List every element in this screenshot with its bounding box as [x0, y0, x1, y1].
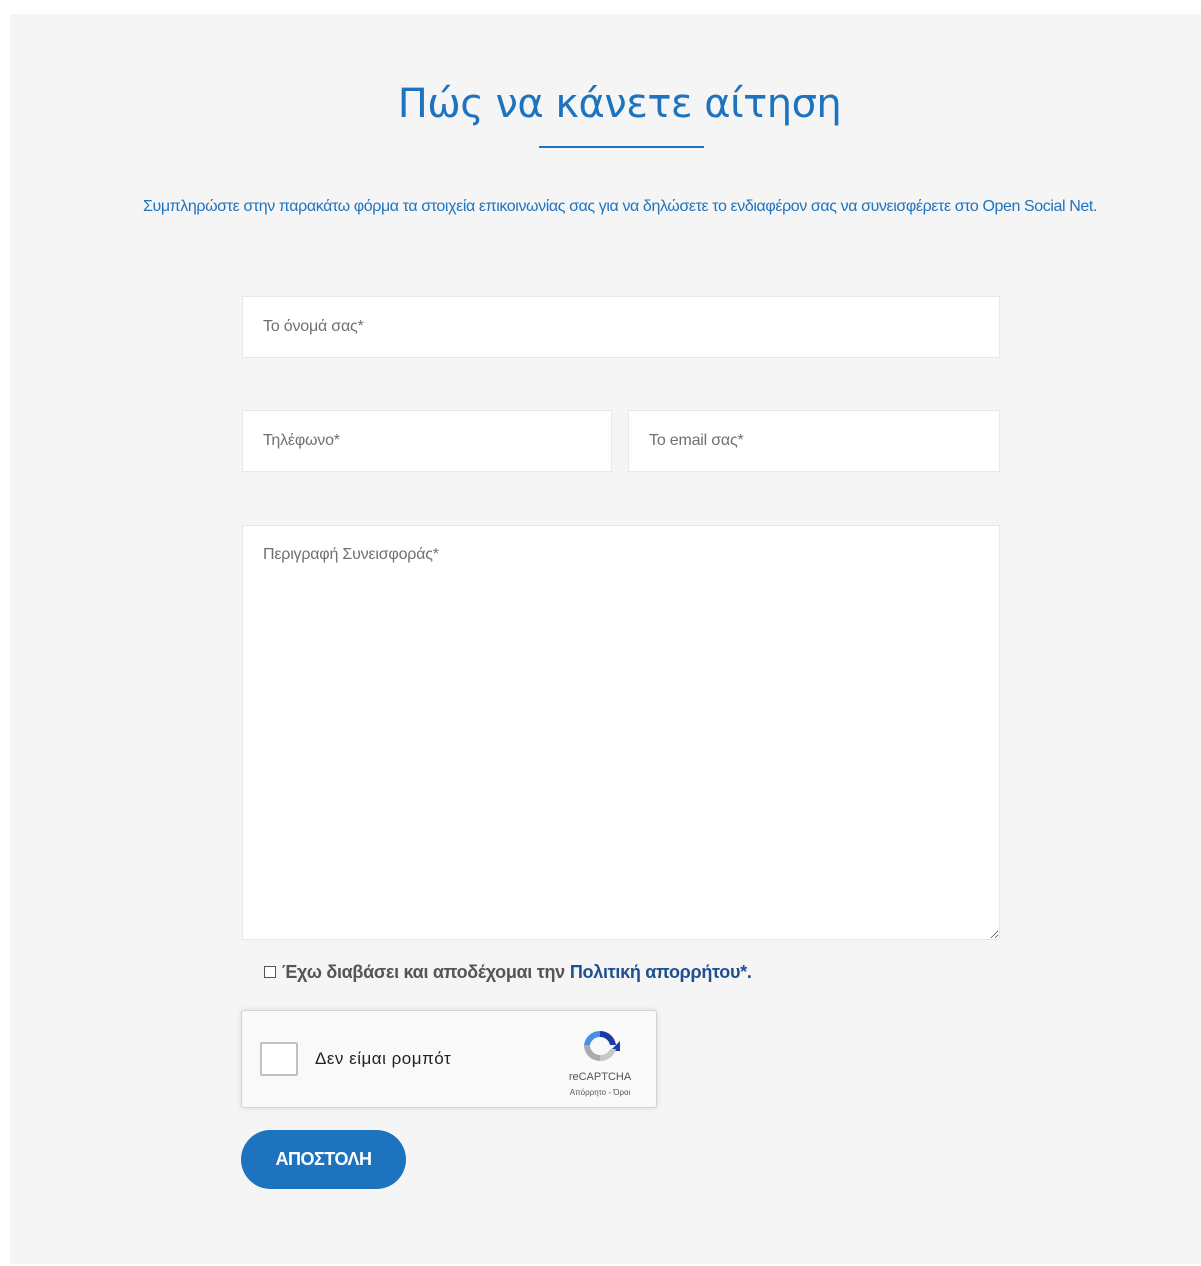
name-field[interactable] [242, 296, 1000, 358]
form-description: Συμπληρώστε στην παρακάτω φόρμα τα στοιχ… [142, 198, 1097, 215]
submit-button[interactable]: ΑΠΟΣΤΟΛΗ [241, 1130, 406, 1189]
privacy-consent-checkbox[interactable] [264, 966, 276, 978]
recaptcha-terms-link[interactable]: Απόρρητο - Όροι [542, 1088, 658, 1097]
email-field[interactable] [628, 410, 1000, 472]
title-underline [539, 146, 704, 148]
recaptcha-logo-icon [584, 1030, 620, 1062]
recaptcha-widget: Δεν είμαι ρομπότ reCAPTCHA Απόρρητο - Όρ… [241, 1010, 657, 1108]
privacy-consent-label: Έχω διαβάσει και αποδέχομαι την [282, 961, 565, 982]
recaptcha-checkbox[interactable] [260, 1042, 298, 1076]
privacy-consent: Έχω διαβάσει και αποδέχομαι την Πολιτική… [264, 960, 752, 984]
page-title: Πώς να κάνετε αίτηση [397, 81, 842, 127]
recaptcha-brand: reCAPTCHA [568, 1071, 632, 1083]
recaptcha-label: Δεν είμαι ρομπότ [315, 1049, 452, 1068]
phone-field[interactable] [242, 410, 612, 472]
description-field[interactable] [242, 525, 1000, 940]
privacy-policy-link[interactable]: Πολιτική απορρήτου*. [570, 962, 752, 983]
